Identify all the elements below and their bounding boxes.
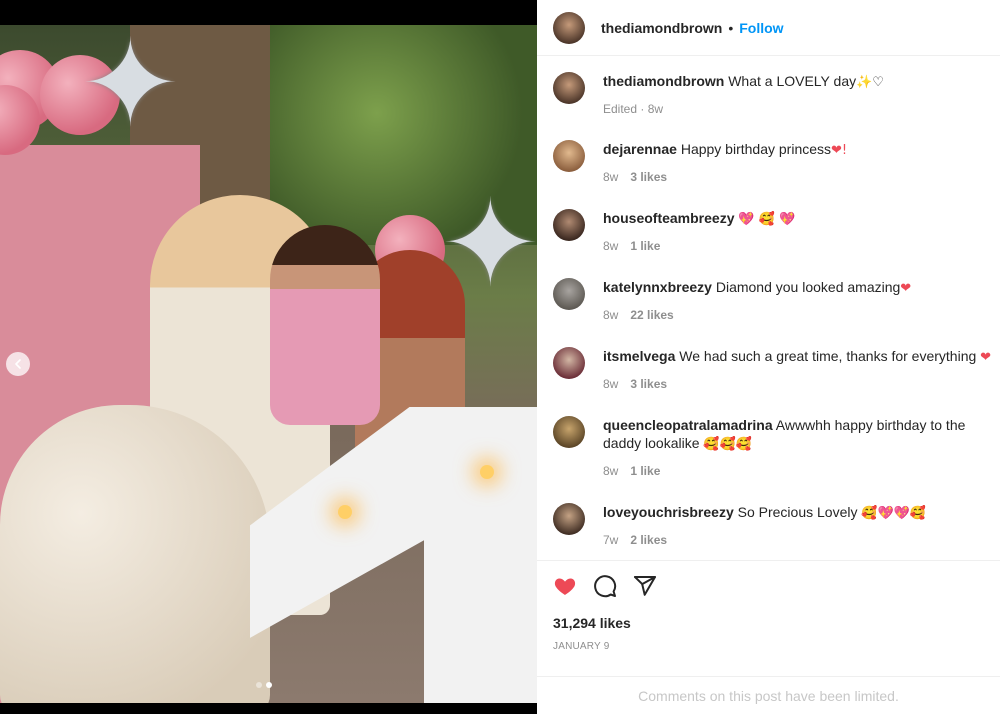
comment-time: 7w <box>603 533 619 547</box>
comment-item: queencleopatralamadrina Awwwhh happy bir… <box>553 416 984 480</box>
comment-username[interactable]: dejarennae <box>603 141 677 157</box>
photo-bulb <box>338 505 352 519</box>
caption: thediamondbrown What a LOVELY day✨♡ Edit… <box>553 72 984 118</box>
comment-likes[interactable]: 1 like <box>630 237 660 255</box>
carousel-dot <box>256 682 262 688</box>
comment-username[interactable]: itsmelvega <box>603 348 675 364</box>
comment-emoji: 🥰🥰🥰 <box>703 437 752 452</box>
comment-time: 8w <box>603 377 619 391</box>
comment-emoji: ❤ <box>980 350 992 365</box>
comment-username[interactable]: loveyouchrisbreezy <box>603 504 734 520</box>
comment-likes[interactable]: 22 likes <box>630 306 673 324</box>
previous-slide-button[interactable] <box>6 352 30 376</box>
carousel-dot-active <box>266 682 272 688</box>
header-separator: • <box>728 19 734 36</box>
photo-baby <box>270 225 380 425</box>
comment-text: Happy birthday princess <box>680 141 832 157</box>
comment-icon[interactable] <box>593 574 617 598</box>
comments-limited-notice: Comments on this post have been limited. <box>537 676 1000 714</box>
caption-avatar[interactable] <box>553 72 585 104</box>
photo-bulb <box>480 465 494 479</box>
comment-emoji: 🥰💖💖🥰 <box>861 506 927 521</box>
caption-text: What a LOVELY day <box>728 73 857 89</box>
post-media: ✦ ✦ <box>0 0 537 714</box>
comment-emoji: 💖 🥰 💖 <box>738 212 796 227</box>
commenter-avatar[interactable] <box>553 140 585 172</box>
commenter-avatar[interactable] <box>553 347 585 379</box>
post-header: thediamondbrown • Follow <box>537 0 1000 56</box>
comment-text: Diamond you looked amazing <box>715 279 901 295</box>
caption-edited-meta: Edited · 8w <box>603 102 664 116</box>
heart-icon[interactable] <box>553 574 577 598</box>
share-icon[interactable] <box>633 574 657 598</box>
comment-time: 8w <box>603 308 619 322</box>
commenter-avatar[interactable] <box>553 209 585 241</box>
photo-star-balloon: ✦ <box>80 25 181 154</box>
comment-item: houseofteambreezy 💖 🥰 💖 8w 1 like <box>553 209 984 255</box>
follow-button[interactable]: Follow <box>739 20 783 36</box>
commenter-avatar[interactable] <box>553 503 585 535</box>
comment-item: dejarennae Happy birthday princess❤! 8w … <box>553 140 984 186</box>
post-details-panel: thediamondbrown • Follow thediamondbrown… <box>537 0 1000 714</box>
comment-emoji: ❤! <box>831 143 848 158</box>
commenter-avatar[interactable] <box>553 416 585 448</box>
comment-likes[interactable]: 1 like <box>630 462 660 480</box>
comment-likes[interactable]: 3 likes <box>630 375 667 393</box>
commenter-avatar[interactable] <box>553 278 585 310</box>
post-date: JANUARY 9 <box>553 641 610 652</box>
photo-pony <box>0 405 270 703</box>
comment-item: loveyouchrisbreezy So Precious Lovely 🥰💖… <box>553 503 984 549</box>
caption-username[interactable]: thediamondbrown <box>603 73 724 89</box>
chevron-left-icon <box>15 359 21 369</box>
carousel-indicator <box>256 682 272 688</box>
comment-text: We had such a great time, thanks for eve… <box>679 348 977 364</box>
comment-text: So Precious Lovely <box>737 504 858 520</box>
caption-emoji: ✨♡ <box>856 75 884 90</box>
comments-list[interactable]: thediamondbrown What a LOVELY day✨♡ Edit… <box>537 56 1000 558</box>
comment-time: 8w <box>603 239 619 253</box>
comment-emoji: ❤ <box>900 281 912 296</box>
comment-username[interactable]: katelynnxbreezy <box>603 279 712 295</box>
comment-likes[interactable]: 2 likes <box>630 531 667 549</box>
comment-item: itsmelvega We had such a great time, tha… <box>553 347 991 393</box>
author-avatar[interactable] <box>553 11 585 44</box>
post-photo[interactable]: ✦ ✦ <box>0 25 537 703</box>
comment-item: katelynnxbreezy Diamond you looked amazi… <box>553 278 984 324</box>
comment-time: 8w <box>603 464 619 478</box>
comment-time: 8w <box>603 170 619 184</box>
comment-username[interactable]: queencleopatralamadrina <box>603 417 773 433</box>
author-username[interactable]: thediamondbrown <box>601 20 722 36</box>
comment-likes[interactable]: 3 likes <box>630 168 667 186</box>
post-actions: 31,294 likes JANUARY 9 <box>537 560 1000 652</box>
comment-username[interactable]: houseofteambreezy <box>603 210 734 226</box>
likes-count[interactable]: 31,294 likes <box>553 615 984 631</box>
